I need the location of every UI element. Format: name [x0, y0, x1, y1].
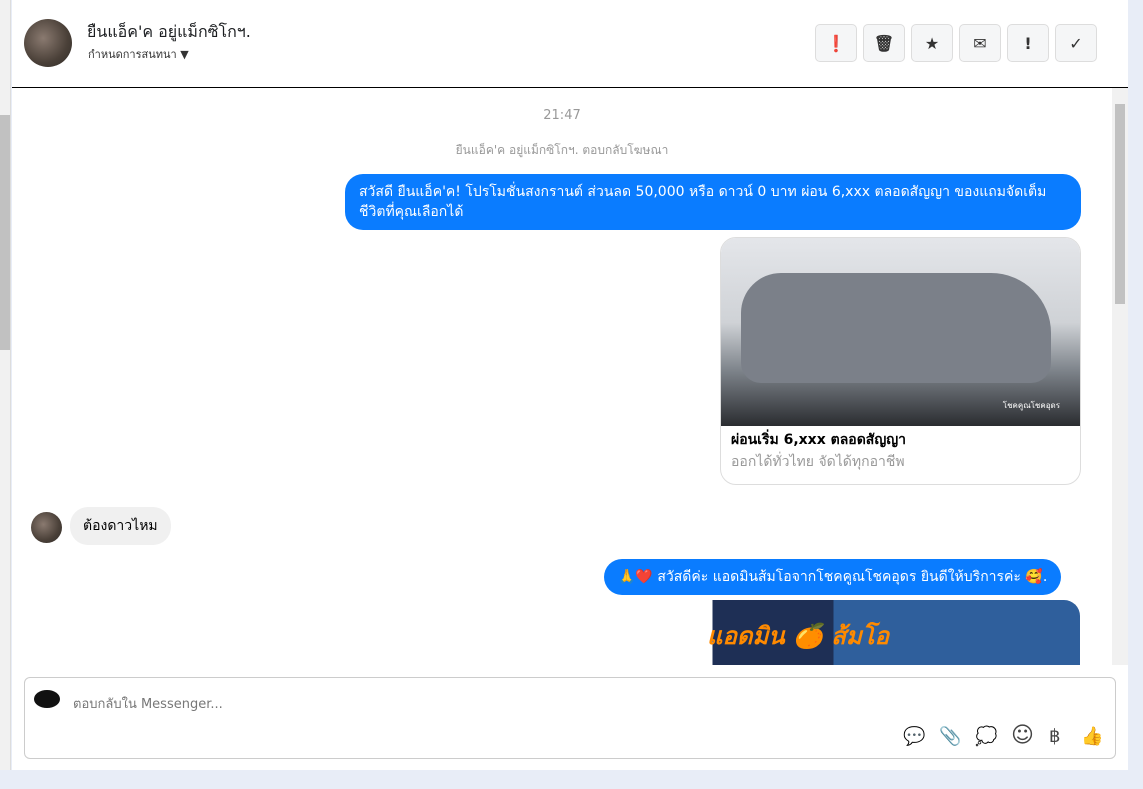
conversation-settings-dropdown[interactable]: กำหนดการสนทนา ▼ [88, 45, 189, 63]
outgoing-message: 🙏❤️ สวัสดีค่ะ แอดมินส้มโอจากโชคคูณโชคอุด… [604, 559, 1062, 595]
sender-avatar [31, 512, 62, 543]
mark-unread-button[interactable]: ✉ [959, 24, 1001, 62]
outgoing-message: สวัสดี ยืนแอ็ค'ค! โปรโมชั่นสงกรานต์ ส่วน… [345, 174, 1081, 230]
conversation-panel: ยืนแอ็ค'ค อยู่แม็กซิโกฯ. กำหนดการสนทนา ▼… [12, 0, 1128, 770]
left-scrollbar-thumb[interactable] [0, 115, 10, 350]
chat-scrollbar-thumb[interactable] [1115, 104, 1125, 304]
ad-reply-note: ยืนแอ็ค'ค อยู่แม็กซิโกฯ. ตอบกลับโฆษณา [455, 143, 669, 157]
check-icon: ✓ [1069, 33, 1083, 53]
alert-icon: ❗ [826, 33, 846, 53]
delete-button[interactable]: 🗑 [863, 24, 905, 62]
emoji-icon[interactable]: ☺ [1011, 723, 1034, 748]
admin-image: แอดมิน 🍊 ส้มโอ [632, 600, 1080, 665]
contact-name: ยืนแอ็ค'ค อยู่แม็กซิโกฯ. [87, 22, 251, 41]
important-icon: ! [1024, 33, 1032, 53]
left-scrollbar[interactable] [0, 0, 11, 770]
image-caption: โชคคูณโชคอุดร [1002, 401, 1060, 410]
reply-input[interactable]: ตอบกลับใน Messenger... [73, 693, 223, 714]
admin-image-text: แอดมิน 🍊 ส้มโอ [707, 622, 890, 650]
done-button[interactable]: ✓ [1055, 24, 1097, 62]
thumbs-up-icon[interactable]: 👍 [1081, 726, 1103, 747]
report-button[interactable]: ❗ [815, 24, 857, 62]
conversation-settings-label: กำหนดการสนทนา [88, 48, 177, 61]
mail-icon: ✉ [973, 33, 987, 53]
star-icon: ★ [924, 33, 940, 53]
chat-scrollbar[interactable] [1112, 88, 1128, 665]
saved-reply-icon[interactable]: 💬 [903, 726, 925, 747]
contact-avatar [24, 19, 72, 67]
quick-reply-icon[interactable]: 💭 [975, 726, 997, 747]
conversation-header: ยืนแอ็ค'ค อยู่แม็กซิโกฯ. กำหนดการสนทนา ▼… [12, 0, 1128, 88]
trash-icon: 🗑 [873, 33, 895, 53]
message-list: 21:47 ยืนแอ็ค'ค อยู่แม็กซิโกฯ. ตอบกลับโฆ… [12, 88, 1128, 665]
ad-card[interactable]: โชคคูณโชคอุดร ผ่อนเริ่ม 6,xxx ตลอดสัญญา … [720, 237, 1081, 485]
page-avatar [34, 690, 60, 708]
card-subtitle: ออกได้ทั่วไทย จัดได้ทุกอาชีพ [731, 454, 905, 470]
incoming-message: ต้องดาวไหม [70, 507, 171, 545]
car-image: โชคคูณโชคอุดร [721, 238, 1080, 426]
baht-icon[interactable]: ฿ [1049, 726, 1060, 747]
caret-down-icon: ▼ [180, 48, 189, 61]
paperclip-icon[interactable]: 📎 [939, 726, 961, 747]
reply-composer[interactable]: ตอบกลับใน Messenger... 💬 📎 💭 ☺ ฿ 👍 [24, 677, 1116, 759]
important-button[interactable]: ! [1007, 24, 1049, 62]
card-title: ผ่อนเริ่ม 6,xxx ตลอดสัญญา [731, 432, 907, 448]
timestamp: 21:47 [543, 108, 581, 123]
star-button[interactable]: ★ [911, 24, 953, 62]
